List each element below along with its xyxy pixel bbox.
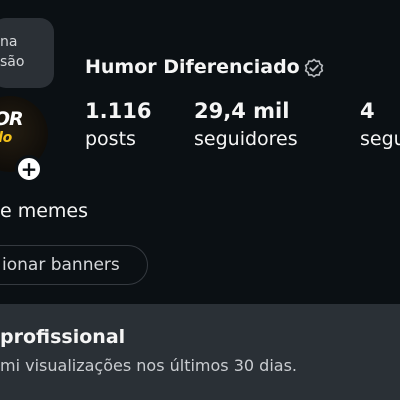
following-stat[interactable]: 4 segu [360,98,400,154]
posts-label: posts [85,128,136,150]
followers-label: seguidores [194,128,298,150]
add-story-button[interactable]: + [15,155,43,183]
plus-icon: + [20,157,38,181]
profile-bio: e memes [0,200,89,222]
add-banners-label: ionar banners [2,255,120,275]
posts-stat[interactable]: 1.116 posts [85,98,151,154]
tooltip-line-2: são [0,54,25,70]
professional-dashboard-panel[interactable]: profissional mi visualizações nos último… [0,304,400,400]
dashboard-title: profissional [0,326,126,348]
posts-count: 1.116 [85,99,152,123]
following-count: 4 [360,99,375,123]
following-label: segu [360,128,400,150]
tooltip-popover[interactable]: na são [0,18,54,88]
profile-username: Humor Diferenciado [85,56,300,78]
verified-badge-icon [304,58,324,78]
logo-text-top: MOR [0,108,24,130]
dashboard-subtitle: mi visualizações nos últimos 30 dias. [0,356,297,375]
followers-count: 29,4 mil [194,99,290,123]
tooltip-line-1: na [0,34,18,50]
followers-stat[interactable]: 29,4 mil seguidores [194,98,298,154]
logo-text-bottom: ciado [0,130,12,146]
profile-screen: na são MOR ciado + Humor Diferenciado 1.… [0,0,400,400]
add-banners-button[interactable]: ionar banners [0,245,148,285]
